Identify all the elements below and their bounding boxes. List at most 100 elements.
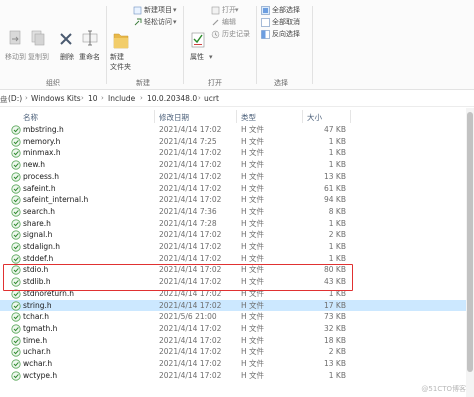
file-type: H 文件 — [241, 230, 265, 240]
header-file-icon — [11, 371, 21, 381]
new-item-button[interactable]: 新建项目 — [144, 6, 172, 15]
file-date: 2021/4/14 17:02 — [159, 230, 222, 240]
header-file-icon — [11, 230, 21, 240]
chevron-right-icon[interactable]: › — [101, 94, 104, 102]
easy-access-dropdown-icon[interactable]: ▾ — [173, 18, 177, 27]
file-name: mbstring.h — [23, 125, 64, 134]
column-divider[interactable] — [154, 110, 155, 123]
file-row[interactable]: search.h 2021/4/14 7:36 H 文件 8 KB — [0, 206, 474, 218]
file-name: share.h — [23, 218, 51, 228]
new-group-label: 新建 — [136, 79, 150, 87]
file-row[interactable]: stddef.h 2021/4/14 17:02 H 文件 1 KB — [0, 253, 474, 265]
file-date: 2021/4/14 17:02 — [159, 242, 222, 251]
breadcrumb-drive[interactable]: (D:) — [8, 94, 22, 103]
breadcrumb-10[interactable]: 10 — [88, 94, 98, 103]
column-divider[interactable] — [350, 110, 351, 123]
file-size: 18 KB — [324, 335, 346, 345]
invert-selection-button[interactable]: 反向选择 — [272, 30, 300, 39]
chevron-right-icon[interactable]: › — [81, 94, 84, 102]
open-button[interactable]: 打开 — [222, 6, 236, 15]
new-item-dropdown-icon[interactable]: ▾ — [173, 6, 177, 15]
file-row[interactable]: stdalign.h 2021/4/14 17:02 H 文件 1 KB — [0, 241, 474, 253]
file-row[interactable]: wchar.h 2021/4/14 17:02 H 文件 13 KB — [0, 358, 474, 370]
easy-access-button[interactable]: 轻松访问 — [144, 18, 172, 27]
select-all-button[interactable]: 全部选择 — [272, 6, 300, 15]
open-icon — [211, 6, 220, 15]
rename-button[interactable]: 重命名 — [79, 53, 100, 62]
file-name: wchar.h — [23, 359, 53, 368]
header-file-icon — [11, 254, 21, 264]
column-name[interactable]: 名称 — [23, 112, 38, 123]
edit-button[interactable]: 编辑 — [222, 18, 236, 27]
file-row[interactable]: minmax.h 2021/4/14 17:02 H 文件 1 KB — [0, 147, 474, 159]
file-row[interactable]: wctype.h 2021/4/14 17:02 H 文件 1 KB — [0, 370, 474, 382]
properties-button[interactable]: 属性 — [190, 53, 204, 62]
delete-icon — [60, 33, 72, 45]
history-button[interactable]: 历史记录 — [222, 30, 250, 39]
new-folder-button[interactable]: 新建 — [110, 53, 124, 62]
select-none-icon — [261, 18, 270, 27]
file-row[interactable]: time.h 2021/4/14 17:02 H 文件 18 KB — [0, 335, 474, 347]
file-row[interactable]: signal.h 2021/4/14 17:02 H 文件 2 KB — [0, 229, 474, 241]
file-name: process.h — [23, 171, 59, 181]
column-divider[interactable] — [302, 110, 303, 123]
file-row[interactable]: share.h 2021/4/14 7:28 H 文件 1 KB — [0, 218, 474, 230]
watermark: @51CTO博客 — [421, 385, 466, 393]
move-to-button[interactable]: 移动到 — [5, 53, 26, 62]
scrollbar-thumb[interactable] — [467, 112, 473, 372]
file-size: 1 KB — [328, 370, 346, 380]
file-type: H 文件 — [241, 300, 265, 310]
header-file-icon — [11, 148, 21, 158]
file-type: H 文件 — [241, 183, 265, 193]
file-row[interactable]: new.h 2021/4/14 17:02 H 文件 1 KB — [0, 159, 474, 171]
file-row[interactable]: string.h 2021/4/14 17:02 H 文件 17 KB — [0, 299, 474, 312]
file-size: 13 KB — [324, 359, 346, 368]
breadcrumb-include[interactable]: Include — [108, 94, 135, 103]
column-size[interactable]: 大小 — [307, 112, 322, 123]
breadcrumb-sdk-version[interactable]: 10.0.20348.0 — [147, 94, 197, 103]
file-size: 1 KB — [328, 148, 346, 158]
edit-icon — [212, 19, 219, 26]
breadcrumb-windows-kits[interactable]: Windows Kits — [31, 94, 81, 103]
file-size: 73 KB — [324, 312, 346, 322]
file-row[interactable]: safeint_internal.h 2021/4/14 17:02 H 文件 94 … — [0, 194, 474, 206]
chevron-right-icon[interactable]: › — [25, 94, 28, 102]
file-date: 2021/4/14 17:02 — [159, 160, 222, 170]
file-type: H 文件 — [241, 218, 265, 228]
file-type: H 文件 — [241, 335, 265, 345]
file-row[interactable]: memory.h 2021/4/14 7:25 H 文件 1 KB — [0, 136, 474, 148]
header-file-icon — [11, 160, 21, 170]
chevron-right-icon[interactable]: › — [198, 94, 201, 102]
file-size: 1 KB — [328, 242, 346, 251]
column-date[interactable]: 修改日期 — [159, 112, 189, 123]
file-row[interactable]: safeint.h 2021/4/14 17:02 H 文件 61 KB — [0, 183, 474, 195]
open-group-label: 打开 — [208, 79, 222, 87]
properties-dropdown-icon[interactable]: ▾ — [209, 53, 213, 62]
file-date: 2021/4/14 7:28 — [159, 218, 217, 228]
select-none-button[interactable]: 全部取消 — [272, 18, 300, 27]
file-size: 32 KB — [324, 323, 346, 333]
file-list: 名称 修改日期 类型 大小 mbstring.h 2021/4/14 17:02 H… — [0, 108, 474, 397]
file-row[interactable]: mbstring.h 2021/4/14 17:02 H 文件 47 KB — [0, 124, 474, 136]
file-name: tgmath.h — [23, 323, 58, 333]
column-type[interactable]: 类型 — [241, 112, 256, 123]
file-row[interactable]: process.h 2021/4/14 17:02 H 文件 13 KB — [0, 171, 474, 183]
column-divider[interactable] — [236, 110, 237, 123]
chevron-right-icon[interactable]: › — [140, 94, 143, 102]
file-name: search.h — [23, 206, 56, 216]
file-type: H 文件 — [241, 160, 265, 170]
file-name: safeint_internal.h — [23, 195, 89, 205]
new-folder-icon — [113, 33, 129, 49]
history-icon — [211, 30, 220, 39]
copy-to-button[interactable]: 复制到 — [28, 53, 49, 62]
file-row[interactable]: uchar.h 2021/4/14 17:02 H 文件 2 KB — [0, 346, 474, 358]
file-name: new.h — [23, 160, 45, 170]
address-bar[interactable]: 盘 (D:) › Windows Kits › 10 › Include › 1… — [0, 91, 474, 107]
move-to-icon — [9, 30, 21, 45]
file-row[interactable]: tchar.h 2021/5/6 21:00 H 文件 73 KB — [0, 311, 474, 323]
file-row[interactable]: tgmath.h 2021/4/14 17:02 H 文件 32 KB — [0, 323, 474, 335]
breadcrumb-ucrt[interactable]: ucrt — [204, 94, 219, 103]
group-divider — [256, 6, 257, 84]
delete-button[interactable]: 删除 — [60, 53, 74, 62]
open-dropdown-icon[interactable]: ▾ — [235, 6, 239, 15]
